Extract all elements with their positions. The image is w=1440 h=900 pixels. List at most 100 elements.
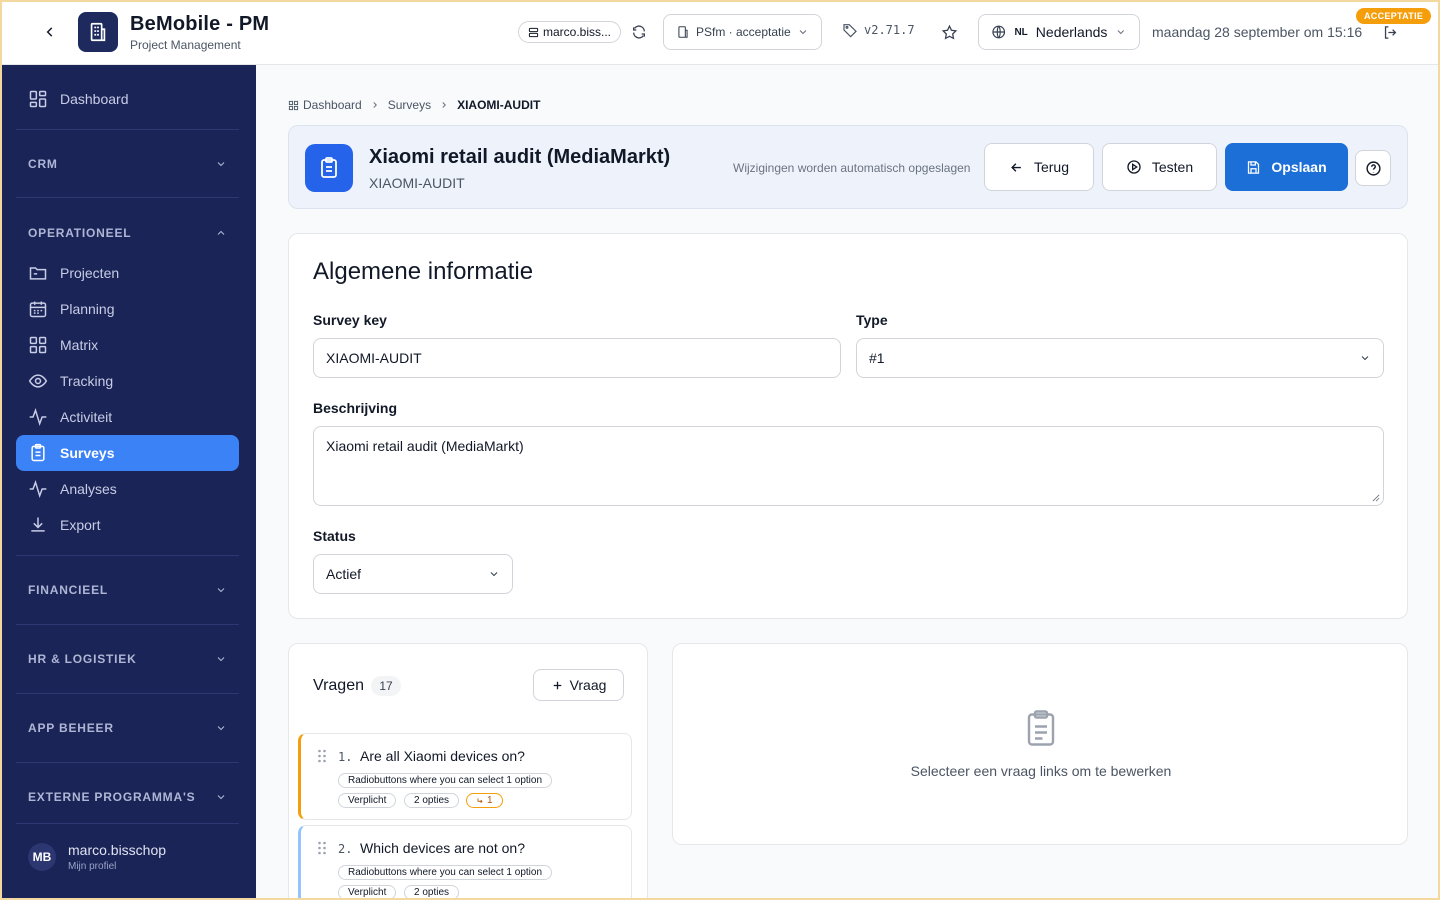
sidebar-item-label: Analyses bbox=[60, 481, 117, 497]
arrow-left-icon bbox=[1011, 162, 1021, 172]
breadcrumb-dashboard[interactable]: Dashboard bbox=[303, 98, 362, 112]
download-icon bbox=[31, 517, 45, 532]
sidebar-item-label: Matrix bbox=[60, 337, 99, 353]
save-button[interactable]: Opslaan bbox=[1225, 143, 1348, 191]
logout-icon bbox=[1384, 25, 1396, 39]
calendar-icon bbox=[29, 301, 47, 318]
sidebar-item-projecten[interactable]: Projecten bbox=[16, 255, 239, 291]
top-bar: BeMobile - PM Project Management marco.b… bbox=[0, 0, 1440, 65]
clipboard-icon bbox=[31, 443, 45, 462]
breadcrumb-surveys[interactable]: Surveys bbox=[388, 98, 431, 112]
user-chip[interactable]: marco.biss... bbox=[518, 21, 622, 43]
description-textarea[interactable]: Xiaomi retail audit (MediaMarkt) bbox=[313, 426, 1384, 506]
corner-down-right-icon bbox=[477, 797, 483, 803]
survey-key-input[interactable]: XIAOMI-AUDIT bbox=[313, 338, 841, 378]
autosave-note: Wijzigingen worden automatisch opgeslage… bbox=[733, 161, 971, 175]
chevron-right-icon bbox=[442, 102, 447, 108]
section-label: FINANCIEEL bbox=[28, 583, 108, 597]
question-item[interactable]: 2. Which devices are not on? Radiobutton… bbox=[298, 825, 632, 900]
survey-key-subtitle: XIAOMI-AUDIT bbox=[369, 175, 465, 191]
type-select[interactable]: #1 bbox=[856, 338, 1384, 378]
section-label: EXTERNE PROGRAMMA'S bbox=[28, 790, 196, 804]
language-select[interactable]: NL Nederlands bbox=[978, 14, 1140, 50]
chevron-down-icon bbox=[217, 162, 225, 167]
question-text: Are all Xiaomi devices on? bbox=[360, 748, 525, 764]
tag-icon bbox=[843, 24, 857, 38]
drag-handle-icon[interactable] bbox=[317, 749, 327, 763]
drag-handle-icon[interactable] bbox=[317, 841, 327, 855]
chevron-left-icon bbox=[46, 27, 53, 37]
sidebar-divider bbox=[16, 693, 239, 694]
sidebar-divider bbox=[16, 823, 239, 824]
section-hr-logistiek[interactable]: HR & LOGISTIEK bbox=[16, 641, 239, 677]
section-externe-programmas[interactable]: EXTERNE PROGRAMMA'S bbox=[16, 779, 239, 815]
sidebar-item-label: Export bbox=[60, 517, 101, 533]
question-editor-panel: Selecteer een vraag links om te bewerken bbox=[672, 643, 1408, 845]
section-app-beheer[interactable]: APP BEHEER bbox=[16, 710, 239, 746]
general-info-card: Algemene informatie Survey key XIAOMI-AU… bbox=[288, 233, 1408, 619]
required-tag: Verplicht bbox=[338, 885, 397, 900]
back-chevron-button[interactable] bbox=[32, 14, 68, 50]
building-icon bbox=[678, 26, 688, 38]
star-icon bbox=[941, 24, 957, 40]
section-label: OPERATIONEEL bbox=[28, 226, 132, 240]
refresh-button[interactable] bbox=[628, 21, 650, 43]
sidebar-item-label: Activiteit bbox=[60, 409, 113, 425]
grid-icon bbox=[288, 100, 299, 110]
sidebar-item-dashboard[interactable]: Dashboard bbox=[16, 81, 239, 117]
chevron-right-icon bbox=[373, 102, 377, 108]
sidebar-item-analyses[interactable]: Analyses bbox=[16, 471, 239, 507]
sidebar-item-matrix[interactable]: Matrix bbox=[16, 327, 239, 363]
section-label: HR & LOGISTIEK bbox=[28, 652, 137, 666]
play-circle-icon bbox=[1127, 160, 1141, 174]
required-tag: Verplicht bbox=[338, 793, 397, 808]
chevron-down-icon bbox=[490, 572, 498, 577]
grid-icon bbox=[29, 336, 47, 354]
profile-link[interactable]: MB marco.bisschop Mijn profiel bbox=[16, 835, 239, 879]
sidebar-item-label: Tracking bbox=[60, 373, 114, 389]
help-button[interactable] bbox=[1355, 150, 1391, 186]
environment-select[interactable]: PSfm · acceptatie bbox=[663, 14, 822, 50]
description-value: Xiaomi retail audit (MediaMarkt) bbox=[326, 438, 524, 454]
resize-handle-icon[interactable] bbox=[1372, 494, 1380, 502]
app-logo bbox=[78, 12, 118, 52]
chevron-down-icon bbox=[217, 726, 225, 731]
questions-count-badge: 17 bbox=[371, 676, 401, 696]
plus-icon bbox=[553, 681, 561, 689]
back-button[interactable]: Terug bbox=[984, 143, 1094, 191]
profile-subtitle: Mijn profiel bbox=[68, 861, 117, 872]
clipboard-icon bbox=[321, 157, 337, 178]
sidebar-item-activiteit[interactable]: Activiteit bbox=[16, 399, 239, 435]
globe-icon bbox=[992, 25, 1006, 39]
questions-heading: Vragen bbox=[313, 677, 364, 694]
chevron-down-icon bbox=[1361, 356, 1369, 361]
sidebar-item-label: Dashboard bbox=[60, 91, 129, 107]
test-button[interactable]: Testen bbox=[1102, 143, 1217, 191]
clipboard-icon bbox=[1027, 710, 1055, 746]
chevron-up-icon bbox=[217, 230, 225, 235]
grid-icon bbox=[29, 90, 47, 108]
sidebar-item-surveys[interactable]: Surveys bbox=[16, 435, 239, 471]
add-question-button[interactable]: Vraag bbox=[533, 669, 624, 701]
sidebar-item-label: Surveys bbox=[60, 445, 115, 461]
status-select[interactable]: Actief bbox=[313, 554, 513, 594]
sidebar-item-tracking[interactable]: Tracking bbox=[16, 363, 239, 399]
save-icon bbox=[1248, 160, 1260, 174]
sidebar-item-label: Planning bbox=[60, 301, 115, 317]
question-item[interactable]: 1. Are all Xiaomi devices on? Radiobutto… bbox=[298, 733, 632, 820]
condition-count: 1 bbox=[487, 795, 493, 806]
section-financieel[interactable]: FINANCIEEL bbox=[16, 572, 239, 608]
logout-button[interactable] bbox=[1380, 22, 1400, 42]
add-question-label: Vraag bbox=[569, 677, 607, 693]
options-tag: 2 opties bbox=[404, 793, 460, 808]
question-type-tag: Radiobuttons where you can select 1 opti… bbox=[338, 865, 553, 880]
sidebar-item-planning[interactable]: Planning bbox=[16, 291, 239, 327]
chevron-down-icon bbox=[799, 30, 807, 35]
sidebar-divider bbox=[16, 129, 239, 130]
section-operationeel[interactable]: OPERATIONEEL bbox=[16, 215, 239, 251]
favorite-button[interactable] bbox=[938, 21, 960, 43]
sidebar-item-export[interactable]: Export bbox=[16, 507, 239, 543]
section-crm[interactable]: CRM bbox=[16, 146, 239, 182]
sidebar-divider bbox=[16, 197, 239, 198]
question-text: Which devices are not on? bbox=[360, 840, 525, 856]
